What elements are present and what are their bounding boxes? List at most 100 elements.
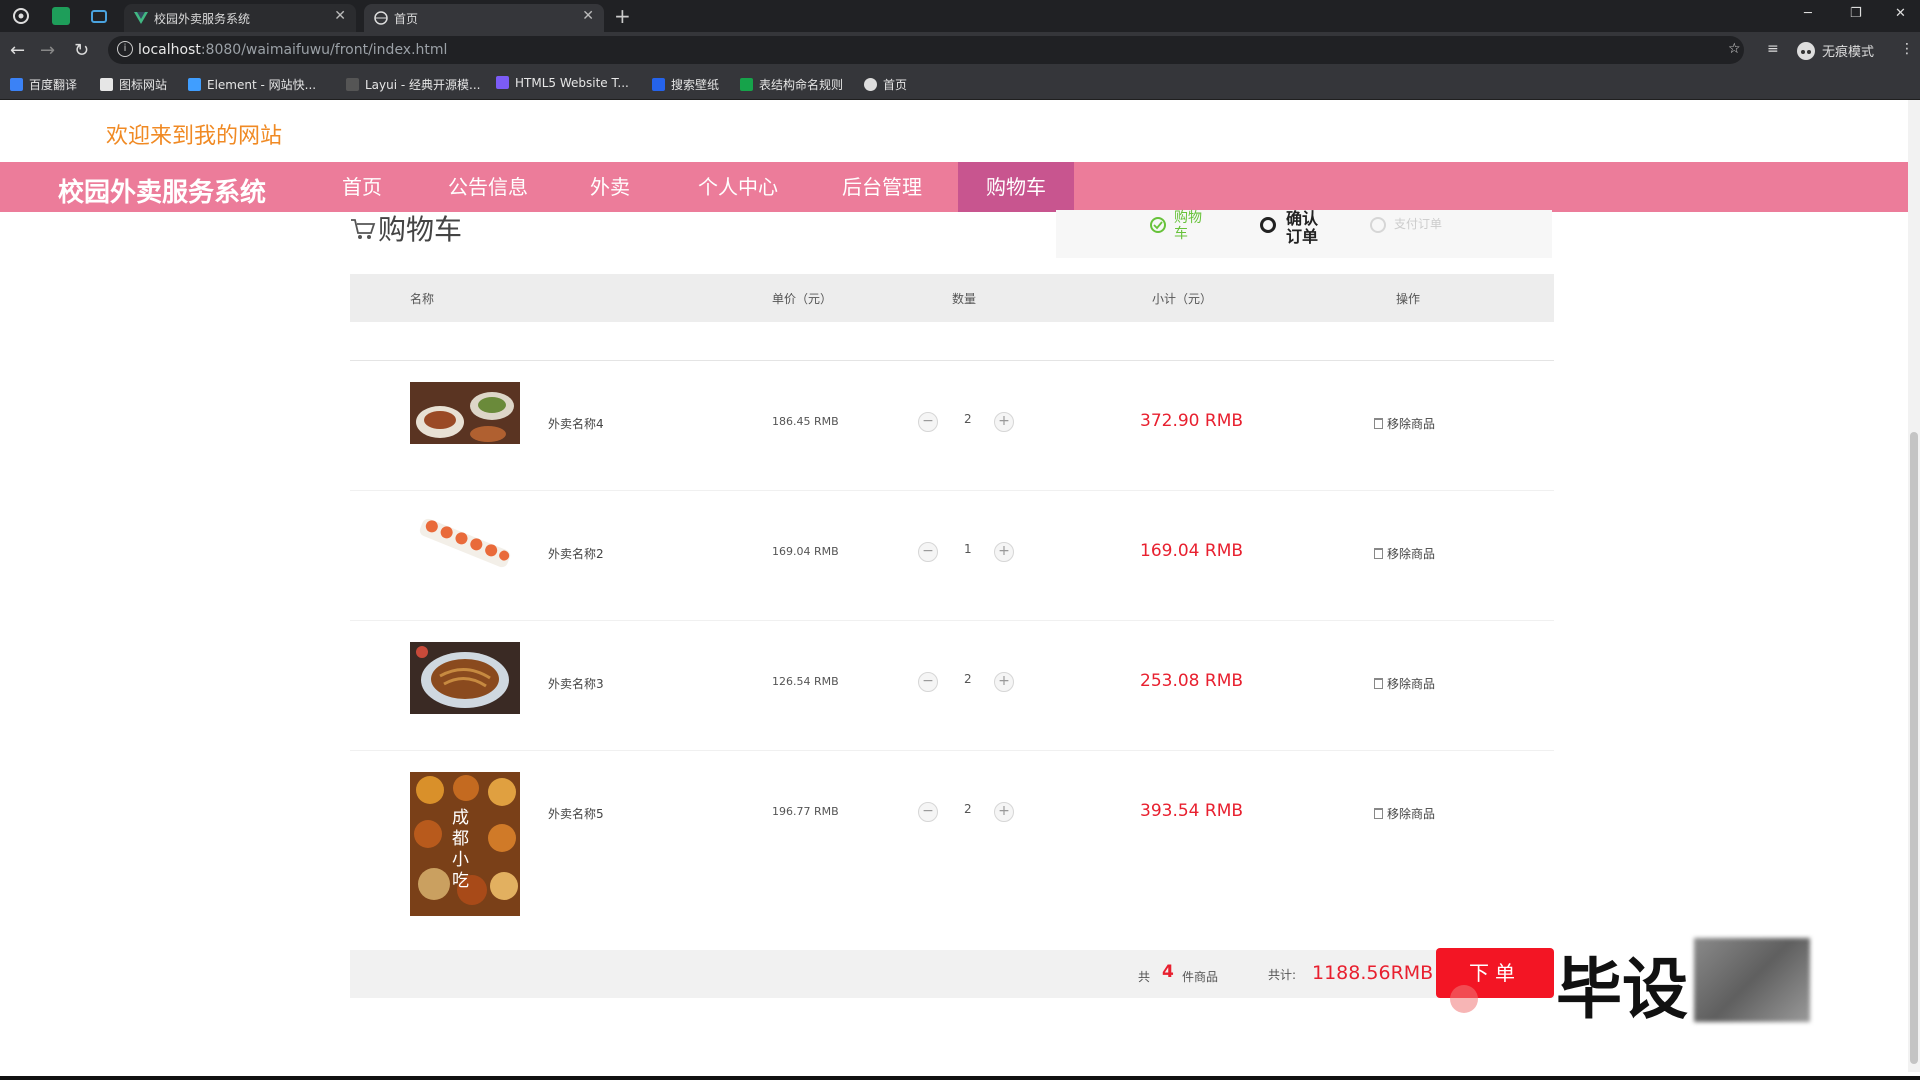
bookmark-label: Element - 网站快... <box>207 78 317 92</box>
bookmark-item[interactable]: 首页 <box>864 76 907 93</box>
pinned-tab-green-icon[interactable] <box>52 7 70 25</box>
reading-list-icon[interactable]: ≡ <box>1767 41 1779 57</box>
remove-item-button[interactable]: 移除商品 <box>1374 805 1435 822</box>
remove-label: 移除商品 <box>1387 677 1436 691</box>
tab-title: 校园外卖服务系统 <box>154 12 251 26</box>
tab-campus-delivery[interactable]: 校园外卖服务系统 ✕ <box>124 4 356 32</box>
col-price: 单价（元） <box>772 292 833 306</box>
item-count: 4 <box>1162 962 1174 982</box>
cart-table-header: 名称 单价（元） 数量 小计（元） 操作 <box>350 274 1554 322</box>
remove-item-button[interactable]: 移除商品 <box>1374 545 1435 562</box>
tab-home[interactable]: 首页 ✕ <box>364 4 604 32</box>
decrease-qty-button[interactable]: − <box>918 672 938 692</box>
product-thumbnail[interactable]: 成都小吃 <box>410 772 520 916</box>
step-pending-circle-icon <box>1370 217 1386 233</box>
quantity-value[interactable]: 2 <box>964 672 972 686</box>
check-circle-icon <box>1150 217 1166 233</box>
bookmark-label: 首页 <box>883 78 908 92</box>
product-thumbnail[interactable] <box>410 382 520 444</box>
nav-personal-center[interactable]: 个人中心 <box>698 162 778 212</box>
bookmark-label: 表结构命名规则 <box>759 78 844 92</box>
pinned-tab-tv-icon[interactable] <box>90 7 108 25</box>
trash-icon <box>1374 548 1383 559</box>
unit-price: 196.77 RMB <box>772 805 839 818</box>
incognito-label: 无痕模式 <box>1822 45 1875 60</box>
remove-item-button[interactable]: 移除商品 <box>1374 675 1435 692</box>
product-name[interactable]: 外卖名称4 <box>548 415 604 432</box>
item-subtotal: 253.08 RMB <box>1140 671 1244 691</box>
table-row: 外卖名称3 126.54 RMB − 2 + 253.08 RMB 移除商品 <box>350 640 1554 720</box>
reload-icon[interactable]: ↻ <box>74 40 89 61</box>
vue-logo-icon <box>134 10 148 24</box>
increase-qty-button[interactable]: + <box>994 412 1014 432</box>
bookmark-item[interactable]: 百度翻译 <box>10 76 77 93</box>
bookmark-item[interactable]: 表结构命名规则 <box>740 76 843 93</box>
decrease-qty-button[interactable]: − <box>918 412 938 432</box>
nav-takeout[interactable]: 外卖 <box>590 162 630 212</box>
back-icon[interactable]: ← <box>10 40 25 61</box>
product-thumbnail[interactable] <box>410 510 520 576</box>
nav-home[interactable]: 首页 <box>342 162 382 212</box>
element-icon <box>188 78 201 91</box>
table-row: 外卖名称4 186.45 RMB − 2 + 372.90 RMB 移除商品 <box>350 380 1554 460</box>
product-name[interactable]: 外卖名称3 <box>548 675 604 692</box>
bookmark-item[interactable]: Element - 网站快... <box>188 76 316 93</box>
tab-title: 首页 <box>394 12 419 26</box>
increase-qty-button[interactable]: + <box>994 542 1014 562</box>
restore-icon[interactable]: ❐ <box>1850 6 1862 21</box>
url-path: :8080/waimaifuwu/front/index.html <box>200 42 448 58</box>
translate-icon <box>10 78 23 91</box>
step-label: 支付订单 <box>1394 217 1443 231</box>
decrease-qty-button[interactable]: − <box>918 802 938 822</box>
table-divider <box>350 360 1554 361</box>
browser-menu-dots-icon[interactable]: ⋮ <box>1900 41 1914 57</box>
increase-qty-button[interactable]: + <box>994 802 1014 822</box>
globe-icon <box>864 78 877 91</box>
sheet-icon <box>740 78 753 91</box>
quantity-value[interactable]: 2 <box>964 802 972 816</box>
row-divider <box>350 490 1554 491</box>
order-steps: 购物车 确认订单 支付订单 <box>1056 210 1552 258</box>
remove-label: 移除商品 <box>1387 417 1436 431</box>
incognito-icon[interactable] <box>1796 41 1816 61</box>
quantity-value[interactable]: 1 <box>964 542 972 556</box>
url-host: localhost <box>138 42 201 58</box>
bookmark-item[interactable]: 搜索壁纸 <box>652 76 719 93</box>
site-brand[interactable]: 校园外卖服务系统 <box>58 172 266 209</box>
welcome-text: 欢迎来到我的网站 <box>106 124 283 149</box>
flag-icon <box>100 78 113 91</box>
page-title-text: 购物车 <box>378 213 463 246</box>
trash-icon <box>1374 418 1383 429</box>
scrollbar-thumb[interactable] <box>1910 432 1918 1064</box>
browser-menu-icon[interactable] <box>12 7 30 25</box>
total-amount: 1188.56RMB <box>1312 962 1434 984</box>
trash-icon <box>1374 808 1383 819</box>
unit-price: 186.45 RMB <box>772 415 839 428</box>
nav-cart[interactable]: 购物车 <box>958 162 1074 212</box>
url-input[interactable]: i localhost:8080/waimaifuwu/front/index.… <box>108 36 1744 64</box>
remove-item-button[interactable]: 移除商品 <box>1374 415 1435 432</box>
product-name[interactable]: 外卖名称5 <box>548 805 604 822</box>
increase-qty-button[interactable]: + <box>994 672 1014 692</box>
minimize-icon[interactable]: ─ <box>1804 6 1812 21</box>
nav-notices[interactable]: 公告信息 <box>448 162 528 212</box>
bookmark-item[interactable]: HTML5 Website T... <box>496 76 629 90</box>
tab-close-icon[interactable]: ✕ <box>334 8 346 24</box>
nav-admin[interactable]: 后台管理 <box>842 162 922 212</box>
window-bottom-edge <box>0 1076 1920 1080</box>
site-info-icon[interactable]: i <box>117 41 133 57</box>
bookmark-star-icon[interactable]: ☆ <box>1728 41 1741 57</box>
tab-close-icon[interactable]: ✕ <box>582 8 594 24</box>
bookmarks-bar: 百度翻译 图标网站 Element - 网站快... Layui - 经典开源模… <box>0 68 1920 100</box>
bookmark-item[interactable]: Layui - 经典开源模... <box>346 76 480 93</box>
new-tab-icon[interactable]: + <box>614 4 631 28</box>
bookmark-item[interactable]: 图标网站 <box>100 76 167 93</box>
close-window-icon[interactable]: ✕ <box>1895 6 1906 21</box>
product-name[interactable]: 外卖名称2 <box>548 545 604 562</box>
decrease-qty-button[interactable]: − <box>918 542 938 562</box>
forward-icon[interactable]: → <box>40 40 55 61</box>
count-prefix: 共 <box>1138 970 1151 984</box>
quantity-value[interactable]: 2 <box>964 412 972 426</box>
product-thumbnail[interactable] <box>410 642 520 714</box>
watermark-text: 毕设 <box>1556 951 1688 1028</box>
